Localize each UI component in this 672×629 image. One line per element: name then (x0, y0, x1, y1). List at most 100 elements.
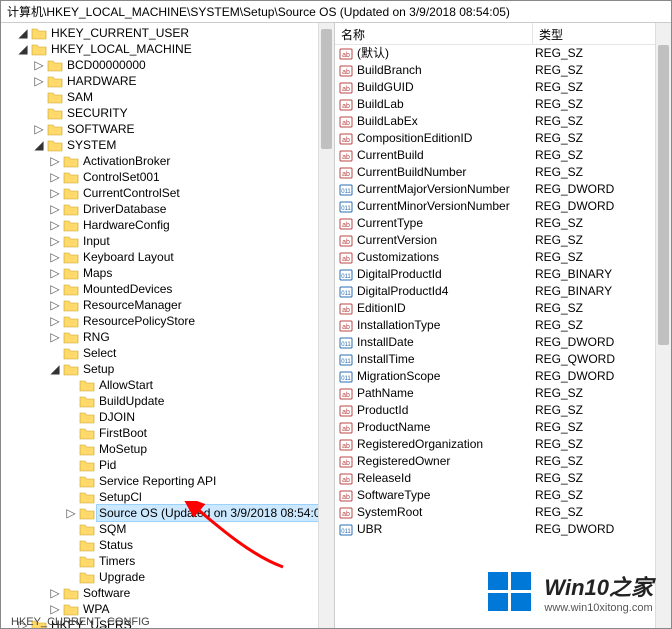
expand-icon[interactable]: ▷ (33, 123, 45, 135)
tree-item[interactable]: SQM (1, 521, 334, 537)
expand-icon[interactable]: ▷ (49, 587, 61, 599)
tree-item[interactable]: ▷Software (1, 585, 334, 601)
tree-item[interactable]: Status (1, 537, 334, 553)
tree-item[interactable]: ▷ResourceManager (1, 297, 334, 313)
expand-icon[interactable]: ▷ (49, 603, 61, 615)
value-row[interactable]: RegisteredOrganizationREG_SZ (335, 436, 671, 453)
tree-item[interactable]: Upgrade (1, 569, 334, 585)
tree-item[interactable]: ▷ResourcePolicyStore (1, 313, 334, 329)
value-row[interactable]: CurrentTypeREG_SZ (335, 215, 671, 232)
value-row[interactable]: CurrentVersionREG_SZ (335, 232, 671, 249)
expand-icon[interactable]: ▷ (49, 283, 61, 295)
expand-icon[interactable]: ▷ (49, 219, 61, 231)
value-row[interactable]: RegisteredOwnerREG_SZ (335, 453, 671, 470)
value-row[interactable]: BuildBranchREG_SZ (335, 62, 671, 79)
values-list[interactable]: (默认)REG_SZBuildBranchREG_SZBuildGUIDREG_… (335, 45, 671, 538)
tree-item[interactable]: SECURITY (1, 105, 334, 121)
tree-item[interactable]: ◢HKEY_CURRENT_USER (1, 25, 334, 41)
collapse-icon[interactable]: ◢ (49, 363, 61, 375)
value-row[interactable]: PathNameREG_SZ (335, 385, 671, 402)
expand-icon[interactable]: ▷ (65, 507, 77, 519)
col-type[interactable]: 类型 (533, 23, 671, 44)
tree-item[interactable]: Service Reporting API (1, 473, 334, 489)
tree-item[interactable]: Select (1, 345, 334, 361)
value-row[interactable]: (默认)REG_SZ (335, 45, 671, 62)
tree-item[interactable]: ▷WPA (1, 601, 334, 617)
value-row[interactable]: ProductIdREG_SZ (335, 402, 671, 419)
tree-item[interactable]: DJOIN (1, 409, 334, 425)
expand-icon[interactable]: ▷ (49, 187, 61, 199)
tree-scrollbar[interactable] (318, 23, 334, 628)
tree-item[interactable]: AllowStart (1, 377, 334, 393)
values-header[interactable]: 名称 类型 (335, 23, 671, 45)
tree-item[interactable]: Pid (1, 457, 334, 473)
tree-item[interactable]: ◢SYSTEM (1, 137, 334, 153)
tree-item[interactable]: SAM (1, 89, 334, 105)
tree-item[interactable]: ▷Input (1, 233, 334, 249)
tree-item[interactable]: ◢Setup (1, 361, 334, 377)
collapse-icon[interactable]: ◢ (33, 139, 45, 151)
expand-icon[interactable]: ▷ (49, 171, 61, 183)
value-row[interactable]: CurrentMajorVersionNumberREG_DWORD (335, 181, 671, 198)
expand-icon[interactable]: ▷ (49, 155, 61, 167)
tree-item[interactable]: ▷BCD00000000 (1, 57, 334, 73)
tree-item[interactable]: Timers (1, 553, 334, 569)
value-row[interactable]: SoftwareTypeREG_SZ (335, 487, 671, 504)
tree-item[interactable]: ◢HKEY_LOCAL_MACHINE (1, 41, 334, 57)
value-row[interactable]: InstallationTypeREG_SZ (335, 317, 671, 334)
expand-icon[interactable]: ▷ (33, 75, 45, 87)
value-row[interactable]: BuildLabExREG_SZ (335, 113, 671, 130)
value-row[interactable]: BuildGUIDREG_SZ (335, 79, 671, 96)
expand-icon[interactable]: ▷ (49, 299, 61, 311)
value-row[interactable]: MigrationScopeREG_DWORD (335, 368, 671, 385)
value-row[interactable]: InstallDateREG_DWORD (335, 334, 671, 351)
tree-item[interactable]: ▷Keyboard Layout (1, 249, 334, 265)
address-bar[interactable]: 计算机\HKEY_LOCAL_MACHINE\SYSTEM\Setup\Sour… (1, 1, 671, 23)
expand-icon[interactable]: ▷ (33, 59, 45, 71)
value-row[interactable]: CurrentMinorVersionNumberREG_DWORD (335, 198, 671, 215)
tree-item[interactable]: SetupCl (1, 489, 334, 505)
value-row[interactable]: DigitalProductIdREG_BINARY (335, 266, 671, 283)
expand-icon[interactable]: ▷ (49, 331, 61, 343)
value-row[interactable]: CompositionEditionIDREG_SZ (335, 130, 671, 147)
value-row[interactable]: ProductNameREG_SZ (335, 419, 671, 436)
tree-item[interactable]: MoSetup (1, 441, 334, 457)
value-row[interactable]: InstallTimeREG_QWORD (335, 351, 671, 368)
tree-item[interactable]: ▷DriverDatabase (1, 201, 334, 217)
value-row[interactable]: DigitalProductId4REG_BINARY (335, 283, 671, 300)
tree-item[interactable]: ▷Maps (1, 265, 334, 281)
expand-icon[interactable]: ▷ (49, 315, 61, 327)
expand-icon[interactable]: ▷ (49, 251, 61, 263)
values-scrollbar[interactable] (655, 23, 671, 628)
collapse-icon[interactable]: ◢ (17, 27, 29, 39)
tree-item[interactable]: ▷HARDWARE (1, 73, 334, 89)
value-row[interactable]: CustomizationsREG_SZ (335, 249, 671, 266)
tree-item[interactable]: ▷ActivationBroker (1, 153, 334, 169)
tree-item[interactable]: ▷SOFTWARE (1, 121, 334, 137)
value-row[interactable]: BuildLabREG_SZ (335, 96, 671, 113)
tree-item[interactable]: ▷MountedDevices (1, 281, 334, 297)
expand-icon[interactable]: ▷ (49, 235, 61, 247)
col-name[interactable]: 名称 (335, 23, 533, 44)
value-row[interactable]: CurrentBuildNumberREG_SZ (335, 164, 671, 181)
tree-item[interactable]: FirstBoot (1, 425, 334, 441)
registry-tree[interactable]: ◢HKEY_CURRENT_USER◢HKEY_LOCAL_MACHINE▷BC… (1, 25, 334, 628)
value-row[interactable]: UBRREG_DWORD (335, 521, 671, 538)
value-type: REG_SZ (533, 130, 671, 147)
expand-icon[interactable]: ▷ (49, 203, 61, 215)
tree-item[interactable]: BuildUpdate (1, 393, 334, 409)
tree-item[interactable]: ▷ControlSet001 (1, 169, 334, 185)
tree-item[interactable]: ▷Source OS (Updated on 3/9/2018 08:54:05… (1, 505, 334, 521)
tree-item[interactable]: ▷HardwareConfig (1, 217, 334, 233)
value-row[interactable]: SystemRootREG_SZ (335, 504, 671, 521)
value-row[interactable]: EditionIDREG_SZ (335, 300, 671, 317)
value-row[interactable]: ReleaseIdREG_SZ (335, 470, 671, 487)
value-type: REG_QWORD (533, 351, 671, 368)
expand-icon[interactable]: ▷ (49, 267, 61, 279)
value-row[interactable]: CurrentBuildREG_SZ (335, 147, 671, 164)
tree-item[interactable]: ▷RNG (1, 329, 334, 345)
collapse-icon[interactable]: ◢ (17, 43, 29, 55)
tree-item[interactable]: ▷CurrentControlSet (1, 185, 334, 201)
tree-scrollbar-thumb[interactable] (321, 29, 332, 149)
values-scrollbar-thumb[interactable] (658, 45, 669, 345)
